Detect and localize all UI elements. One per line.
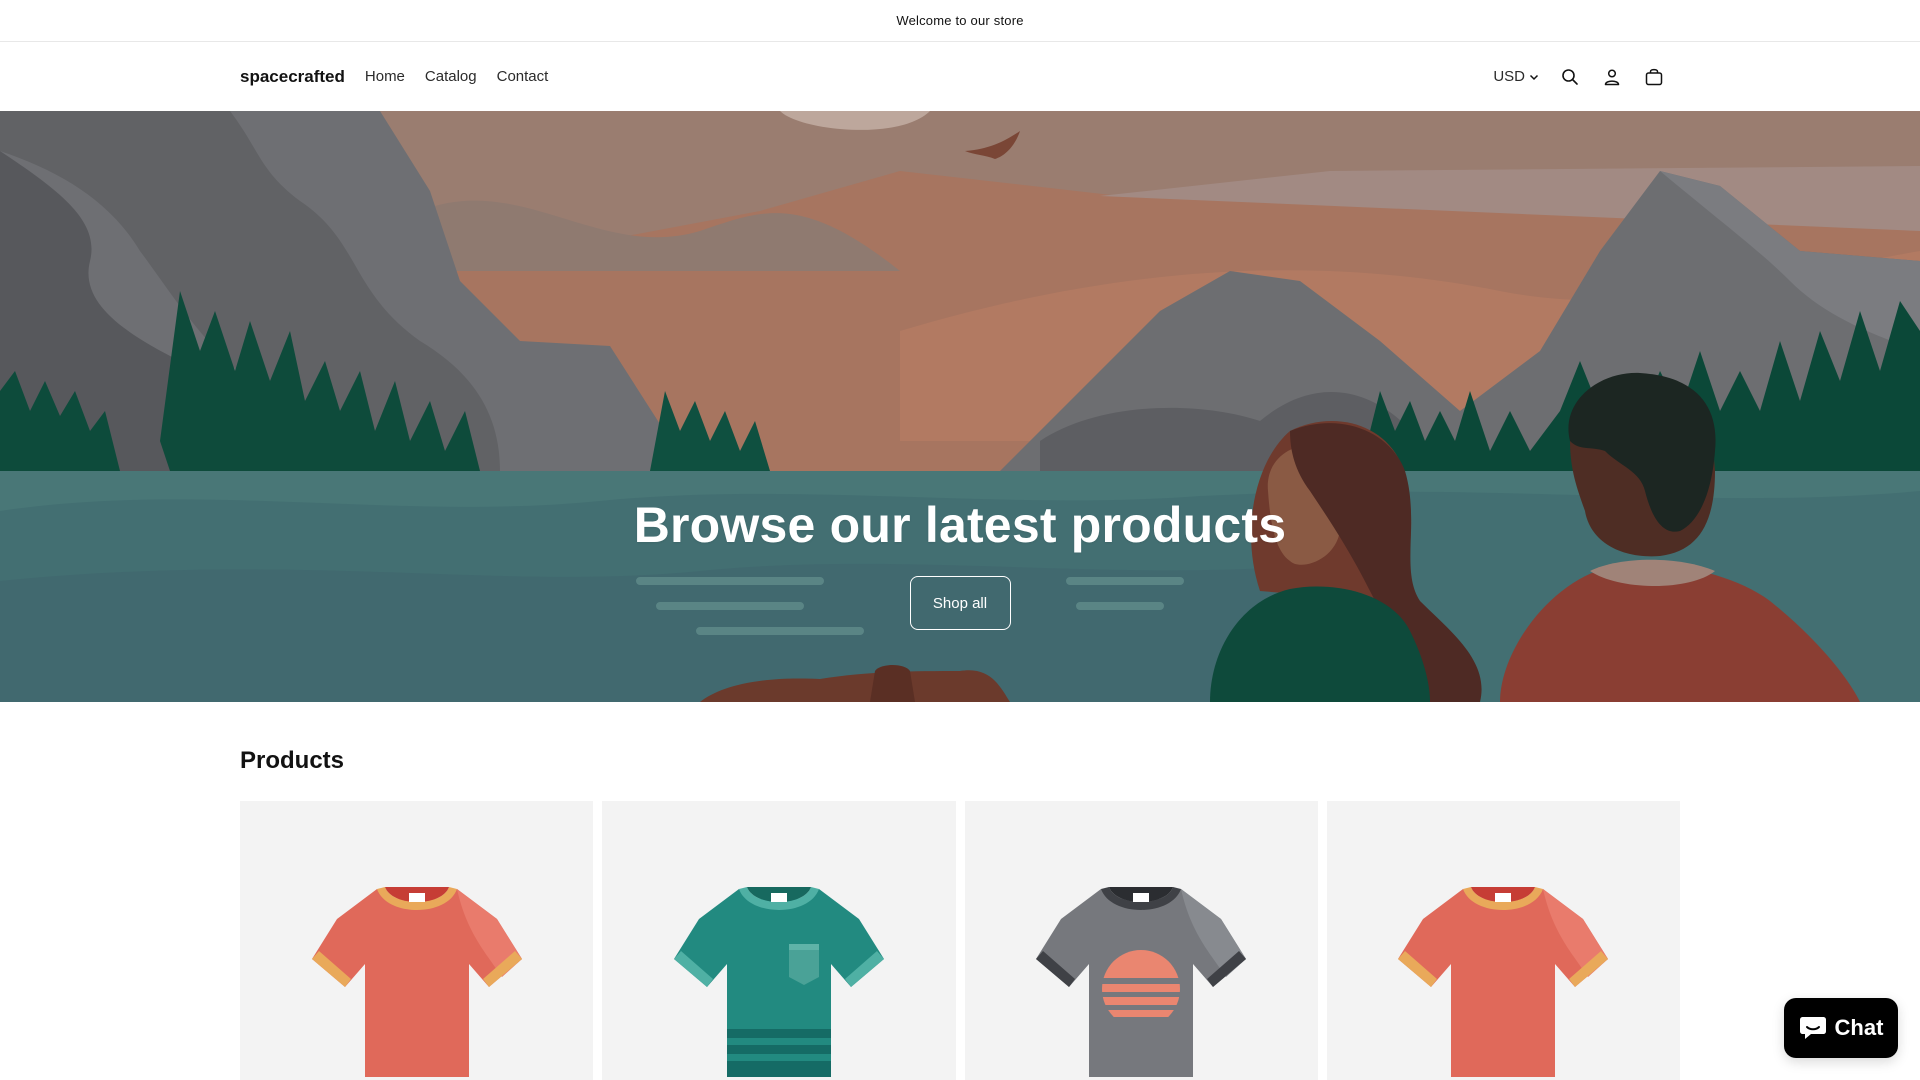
chat-widget-button[interactable]: Chat <box>1784 998 1898 1058</box>
announcement-bar: Welcome to our store <box>0 0 1920 42</box>
cart-icon <box>1645 68 1663 85</box>
cart-button[interactable] <box>1643 66 1665 88</box>
header-actions: USD <box>1493 66 1665 88</box>
hero-banner: Browse our latest products Shop all <box>0 111 1920 702</box>
chat-bubble-icon <box>1799 1017 1826 1039</box>
store-logo[interactable]: spacecrafted <box>240 67 345 87</box>
shop-all-button[interactable]: Shop all <box>909 576 1011 630</box>
hero-title: Browse our latest products <box>633 497 1287 553</box>
nav-home[interactable]: Home <box>365 68 405 85</box>
search-icon <box>1562 68 1578 85</box>
product-image-orange-tshirt <box>311 887 522 1077</box>
product-card[interactable] <box>602 801 956 1080</box>
currency-selector[interactable]: USD <box>1493 68 1539 85</box>
product-image-gray-tshirt <box>1036 887 1247 1077</box>
product-card[interactable] <box>240 801 594 1080</box>
products-heading: Products <box>240 747 345 774</box>
announcement-text: Welcome to our store <box>896 13 1024 28</box>
product-image-orange-tshirt <box>1398 887 1609 1077</box>
search-button[interactable] <box>1559 66 1581 88</box>
product-card[interactable] <box>1326 801 1680 1080</box>
currency-label: USD <box>1493 68 1525 85</box>
account-button[interactable] <box>1601 66 1623 88</box>
site-header: spacecrafted Home Catalog Contact USD <box>0 42 1920 111</box>
product-card[interactable] <box>964 801 1318 1080</box>
chat-label: Chat <box>1834 1015 1884 1040</box>
product-image-teal-tshirt <box>673 887 884 1077</box>
account-icon <box>1604 68 1620 85</box>
nav-catalog[interactable]: Catalog <box>425 68 477 85</box>
products-section: Products <box>240 702 1680 1080</box>
product-grid <box>240 801 1680 1080</box>
nav-contact[interactable]: Contact <box>497 68 549 85</box>
hero-content: Browse our latest products Shop all <box>0 496 1920 630</box>
main-nav: Home Catalog Contact <box>365 68 548 85</box>
chevron-down-icon <box>1529 74 1539 80</box>
